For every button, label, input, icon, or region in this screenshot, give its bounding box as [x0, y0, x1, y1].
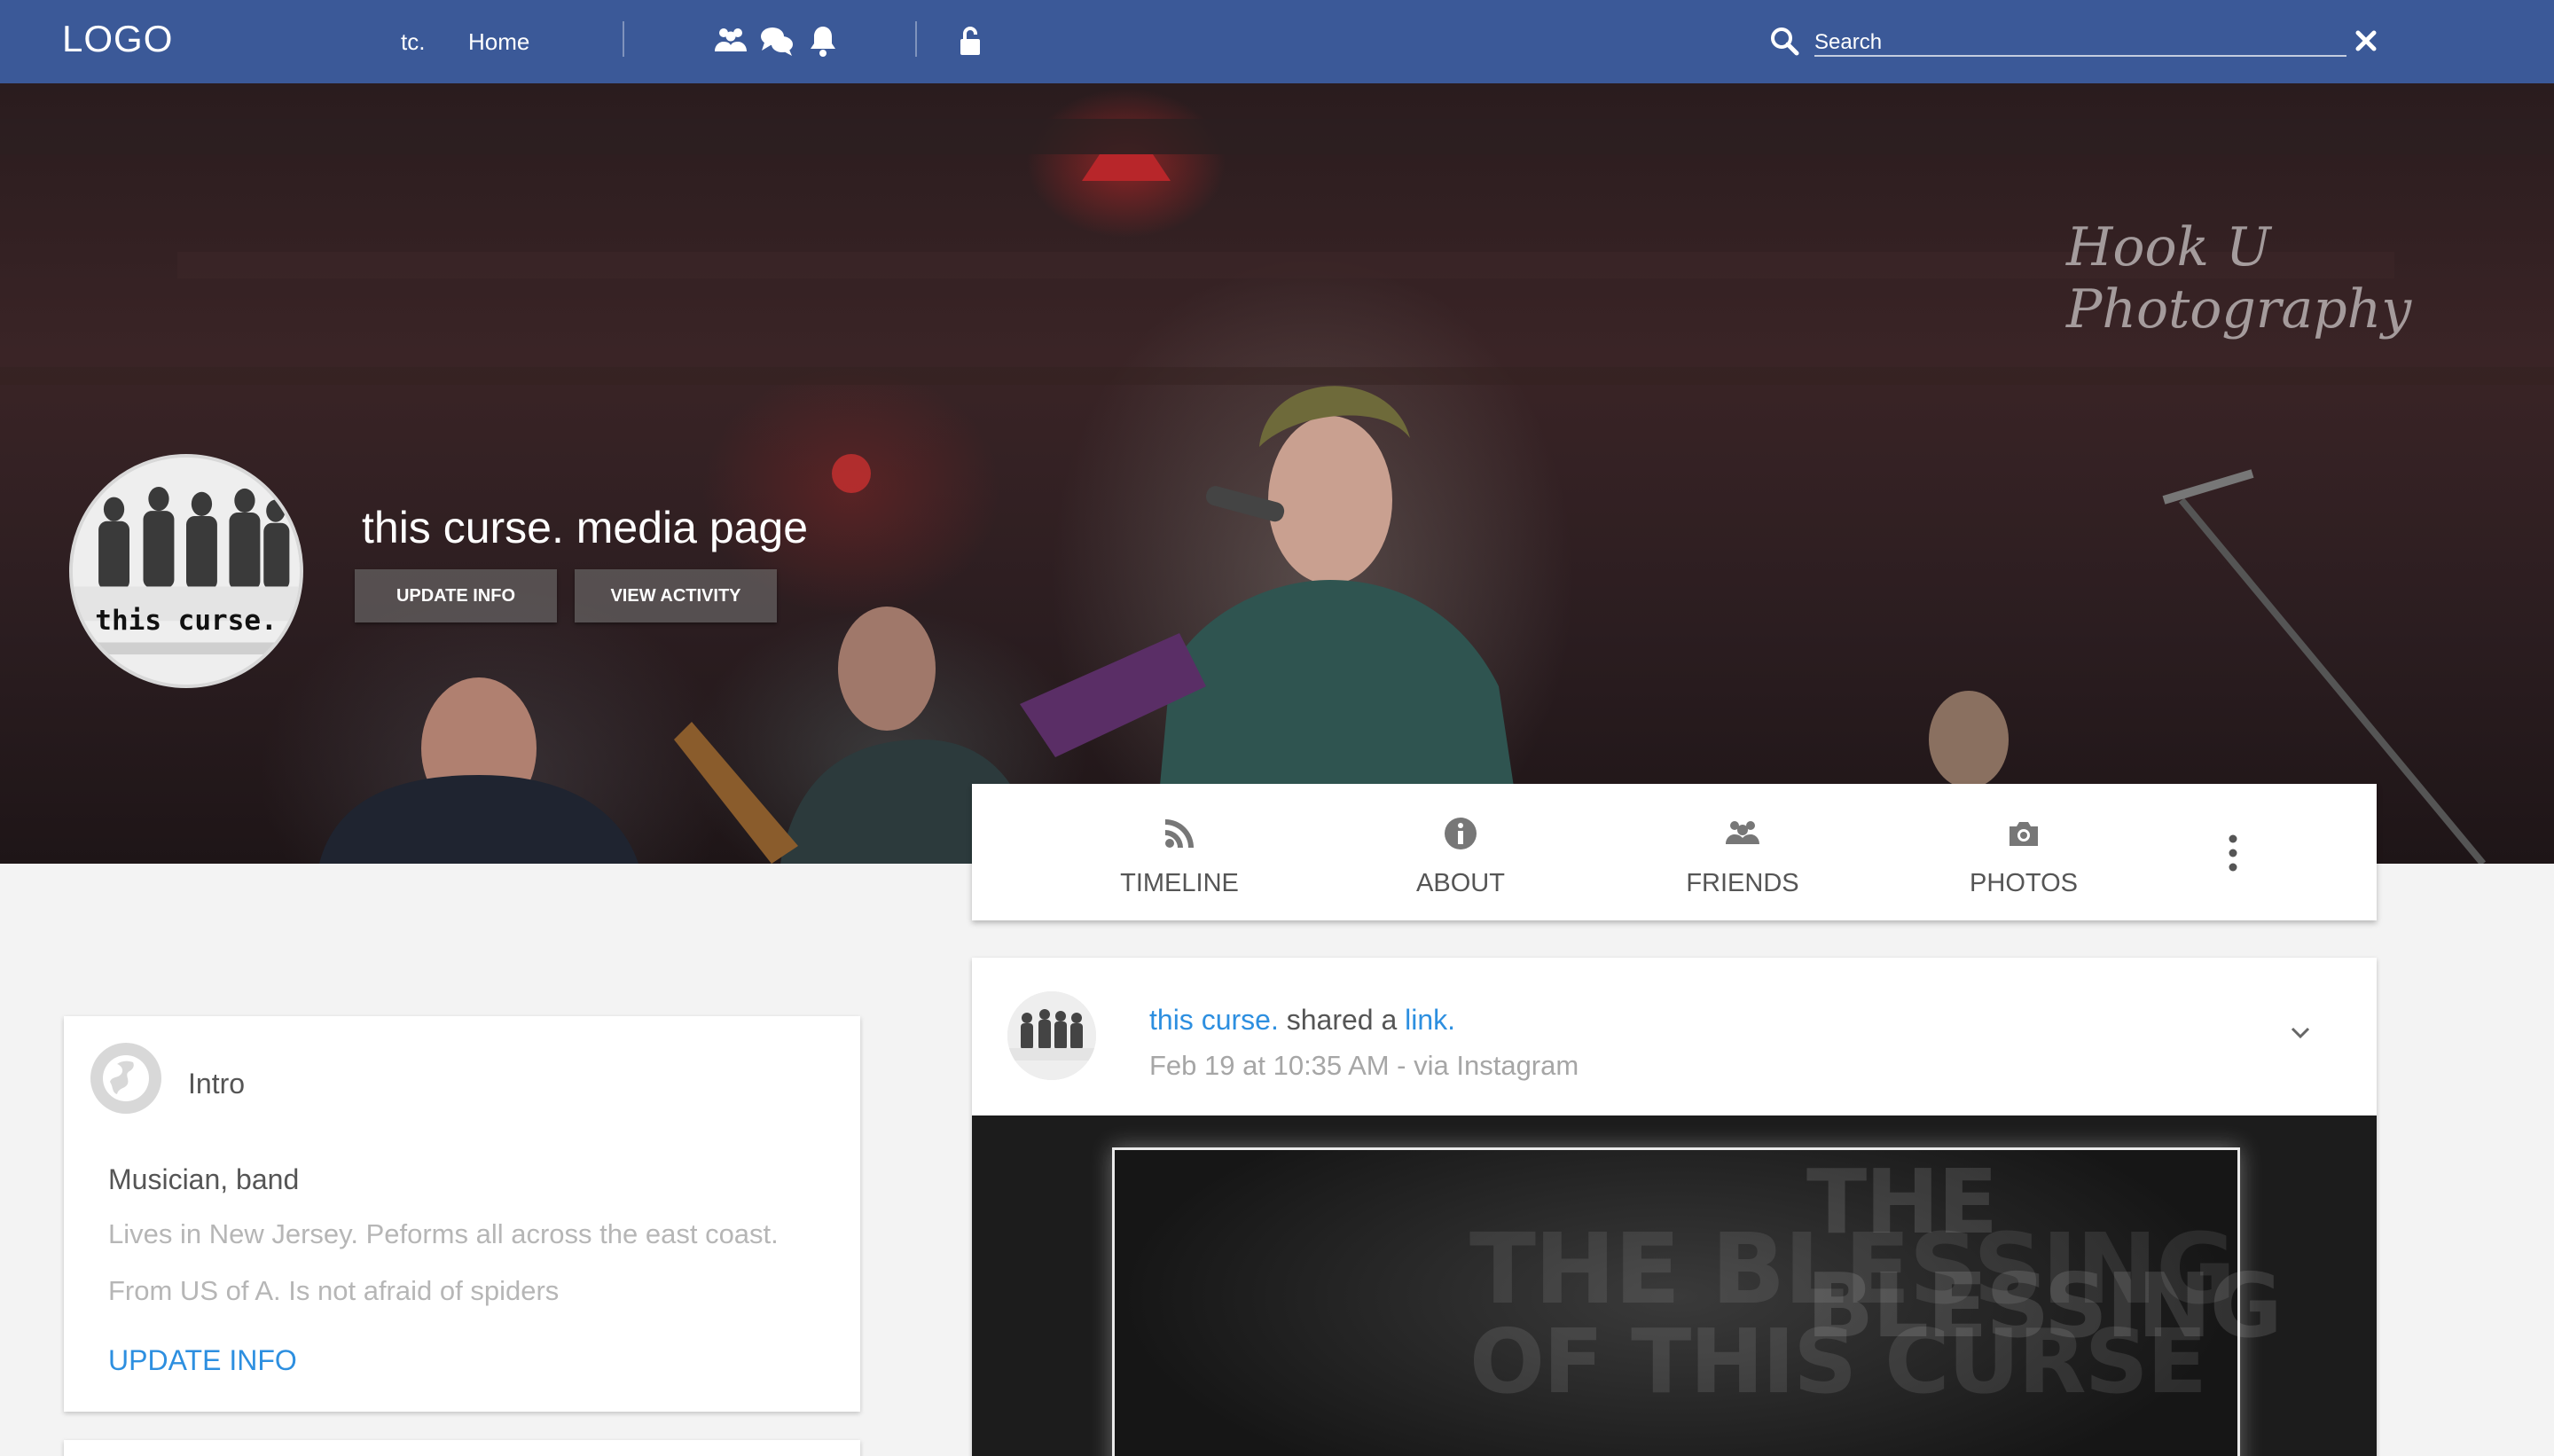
update-info-link[interactable]: UPDATE INFO — [108, 1344, 297, 1377]
info-icon — [1443, 816, 1478, 851]
top-navbar: LOGO tc. Home — [0, 0, 2554, 83]
update-info-button[interactable]: UPDATE INFO — [355, 569, 557, 622]
nav-link-home[interactable]: Home — [468, 28, 529, 56]
tab-label: PHOTOS — [1970, 869, 2078, 897]
intro-role: Musician, band — [108, 1163, 300, 1195]
next-card — [64, 1440, 860, 1456]
post-object-link[interactable]: link. — [1405, 1004, 1455, 1036]
profile-tab-bar: TIMELINE ABOUT FRIENDS PHOTOS — [972, 784, 2377, 920]
tab-label: ABOUT — [1416, 869, 1505, 897]
profile-avatar[interactable]: this curse. — [69, 454, 303, 688]
post-verb: shared a — [1278, 1004, 1406, 1036]
friends-icon[interactable] — [713, 23, 748, 59]
search-input[interactable] — [1814, 25, 2346, 57]
lock-icon[interactable] — [952, 23, 988, 59]
post-headline: this curse. shared a link. — [1149, 1004, 1455, 1037]
intro-card: Intro Musician, band Lives in New Jersey… — [64, 1016, 860, 1412]
rss-icon — [1162, 816, 1197, 851]
tab-about[interactable]: ABOUT — [1354, 784, 1567, 920]
tab-friends[interactable]: FRIENDS — [1636, 784, 1849, 920]
post-timestamp: Feb 19 at 10:35 AM - via Instagram — [1149, 1050, 1579, 1081]
cover-scene-illustration — [0, 119, 2554, 864]
tab-label: FRIENDS — [1686, 869, 1799, 897]
media-title: THE BLESSING — [1469, 1212, 2236, 1326]
logo[interactable]: LOGO — [62, 18, 173, 60]
post-media[interactable]: THE BLESSING THE BLESSING OF THIS CURSE — [972, 1115, 2377, 1456]
globe-icon — [90, 1043, 161, 1114]
tab-photos[interactable]: PHOTOS — [1917, 784, 2130, 920]
intro-detail: From US of A. Is not afraid of spiders — [108, 1275, 560, 1306]
view-activity-button[interactable]: VIEW ACTIVITY — [575, 569, 777, 622]
tab-timeline[interactable]: TIMELINE — [1073, 784, 1286, 920]
more-options-icon[interactable] — [2217, 826, 2249, 880]
tab-label: TIMELINE — [1120, 869, 1239, 897]
post-author-link[interactable]: this curse. — [1149, 1004, 1279, 1036]
photo-watermark: Hook U Photography — [2066, 216, 2412, 341]
messages-icon[interactable] — [759, 23, 795, 59]
intro-detail: Lives in New Jersey. Peforms all across … — [108, 1218, 779, 1249]
post-media-image[interactable]: THE BLESSING THE BLESSING OF THIS CURSE — [1112, 1147, 2283, 1456]
camera-icon — [2006, 816, 2041, 851]
notifications-icon[interactable] — [805, 23, 841, 59]
post-author-avatar[interactable] — [1007, 991, 1096, 1080]
avatar-band-name: this curse. — [95, 605, 277, 637]
friends-icon — [1725, 816, 1760, 851]
intro-title: Intro — [188, 1068, 246, 1100]
nav-divider — [915, 21, 917, 57]
page-title: this curse. media page — [362, 503, 809, 552]
nav-divider — [623, 21, 624, 57]
media-subtitle: OF THIS CURSE — [1469, 1310, 2207, 1413]
cover-photo: Hook U Photography this curse. this curs… — [0, 83, 2554, 864]
chevron-down-icon[interactable] — [2286, 1018, 2315, 1046]
close-icon[interactable] — [2352, 27, 2380, 55]
search-icon[interactable] — [1768, 25, 1800, 57]
post-card: this curse. shared a link. Feb 19 at 10:… — [972, 958, 2377, 1456]
nav-link-tc[interactable]: tc. — [401, 28, 425, 56]
